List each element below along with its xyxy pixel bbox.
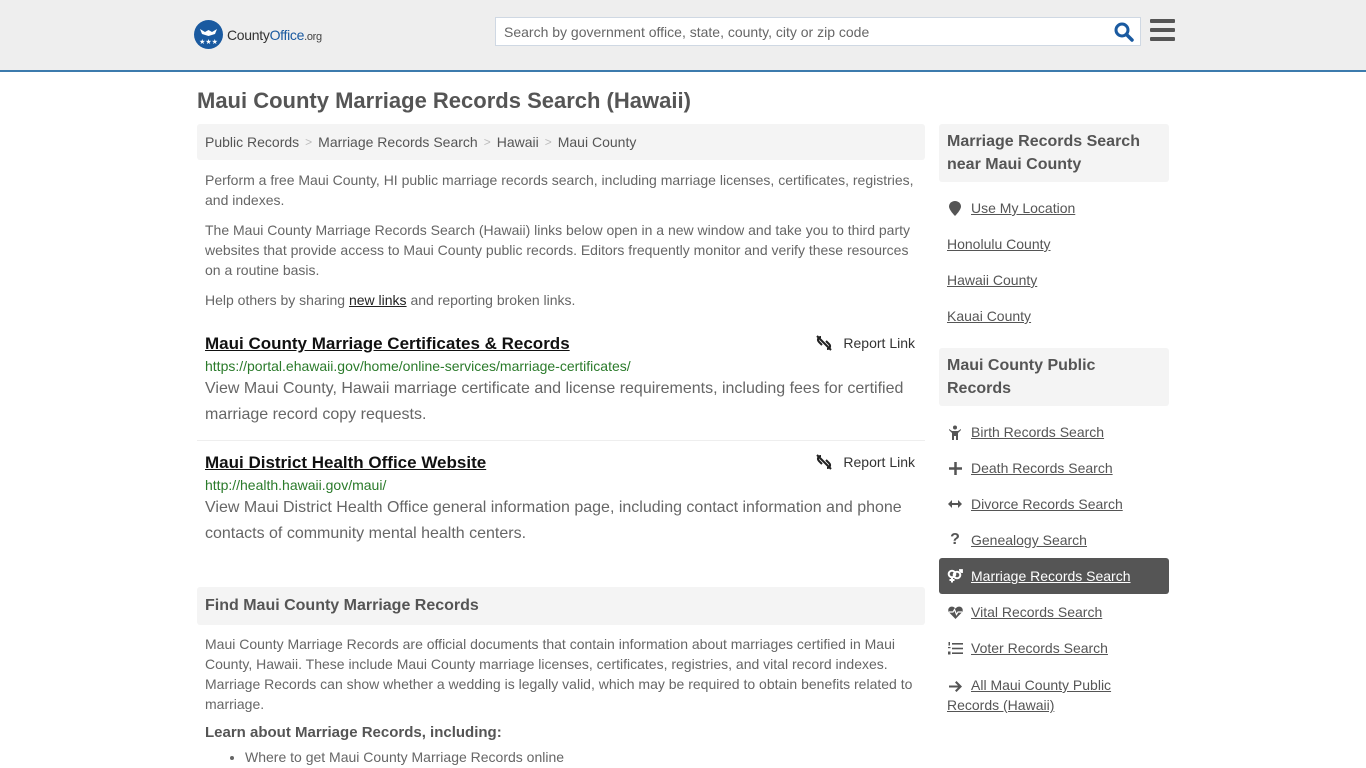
sidebar-item-marriage[interactable]: Marriage Records Search	[939, 558, 1169, 594]
result-title-link[interactable]: Maui District Health Office Website	[205, 451, 486, 475]
question-icon: ?	[950, 531, 960, 548]
breadcrumb-maui-county[interactable]: Maui County	[558, 134, 637, 150]
sidebar: Marriage Records Search near Maui County…	[939, 124, 1169, 715]
intro-text-after: and reporting broken links.	[406, 292, 576, 308]
map-marker-icon	[947, 200, 963, 216]
result-url: http://health.hawaii.gov/maui/	[205, 477, 387, 493]
list-ol-icon	[947, 641, 963, 655]
site-logo[interactable]: ★★★ CountyOffice.org	[194, 20, 322, 49]
near-heading: Marriage Records Search near Maui County	[939, 124, 1169, 182]
svg-text:★★★: ★★★	[199, 38, 218, 46]
eagle-logo-icon: ★★★	[194, 20, 223, 49]
sidebar-item-voter[interactable]: Voter Records Search	[939, 630, 1169, 666]
venus-mars-icon	[947, 569, 963, 583]
new-links-link[interactable]: new links	[349, 292, 407, 308]
logo-text-county: County	[227, 26, 270, 43]
near-list: Use My Location Honolulu County Hawaii C…	[939, 190, 1169, 334]
logo-text-tld: .org	[304, 30, 322, 43]
find-records-body: Maui County Marriage Records are officia…	[205, 636, 913, 712]
report-link-label: Report Link	[843, 454, 915, 470]
breadcrumb: Public Records > Marriage Records Search…	[197, 124, 925, 160]
search-box	[495, 17, 1141, 46]
birth-records-link[interactable]: Birth Records Search	[971, 424, 1104, 440]
honolulu-county-link[interactable]: Honolulu County	[947, 236, 1051, 252]
near-item-use-my-location[interactable]: Use My Location	[939, 190, 1169, 226]
result-description: View Maui District Health Office general…	[205, 499, 902, 542]
genealogy-link[interactable]: Genealogy Search	[971, 532, 1087, 548]
sidebar-item-genealogy[interactable]: ? Genealogy Search	[939, 522, 1169, 558]
result-item: Maui District Health Office Website Repo…	[197, 451, 925, 547]
intro-text-before: Help others by sharing	[205, 292, 349, 308]
public-records-heading: Maui County Public Records	[939, 348, 1169, 406]
search-icon[interactable]	[1114, 22, 1134, 42]
result-item: Maui County Marriage Certificates & Reco…	[197, 332, 925, 441]
find-records-heading: Find Maui County Marriage Records	[197, 587, 925, 625]
site-header: ★★★ CountyOffice.org	[0, 0, 1366, 72]
near-item-honolulu[interactable]: Honolulu County	[939, 226, 1169, 262]
child-icon	[947, 425, 963, 440]
broken-link-icon	[816, 335, 833, 351]
kauai-county-link[interactable]: Kauai County	[947, 308, 1031, 324]
report-link-button[interactable]: Report Link	[815, 334, 915, 352]
learn-heading: Learn about Marriage Records, including:	[205, 724, 502, 741]
sidebar-item-all-records[interactable]: All Maui County Public Records (Hawaii)	[939, 666, 1169, 715]
breadcrumb-hawaii[interactable]: Hawaii	[497, 134, 539, 150]
breadcrumb-separator: >	[305, 135, 313, 149]
intro-paragraph-2: The Maui County Marriage Records Search …	[205, 222, 911, 278]
logo-wordmark: CountyOffice.org	[227, 27, 322, 43]
result-url: https://portal.ehawaii.gov/home/online-s…	[205, 358, 631, 374]
voter-records-link[interactable]: Voter Records Search	[971, 640, 1108, 656]
breadcrumb-separator: >	[483, 135, 491, 149]
result-description: View Maui County, Hawaii marriage certif…	[205, 380, 904, 423]
learn-list: Where to get Maui County Marriage Record…	[197, 749, 925, 765]
all-public-records-link[interactable]: All Maui County Public Records (Hawaii)	[947, 677, 1111, 713]
breadcrumb-public-records[interactable]: Public Records	[205, 134, 299, 150]
public-records-list: Birth Records Search Death Records Searc…	[939, 414, 1169, 715]
result-title-link[interactable]: Maui County Marriage Certificates & Reco…	[205, 332, 570, 356]
near-item-hawaii[interactable]: Hawaii County	[939, 262, 1169, 298]
report-link-button[interactable]: Report Link	[815, 453, 915, 471]
sidebar-item-divorce[interactable]: Divorce Records Search	[939, 486, 1169, 522]
sidebar-item-vital[interactable]: Vital Records Search	[939, 594, 1169, 630]
heartbeat-icon	[947, 606, 963, 619]
breadcrumb-separator: >	[544, 135, 552, 149]
main-content: Public Records > Marriage Records Search…	[197, 124, 925, 765]
logo-text-office: Office	[269, 26, 305, 43]
report-link-label: Report Link	[843, 335, 915, 351]
arrows-horizontal-icon	[947, 499, 963, 509]
use-my-location-link[interactable]: Use My Location	[971, 200, 1075, 216]
marriage-records-link[interactable]: Marriage Records Search	[971, 568, 1131, 584]
page-title: Maui County Marriage Records Search (Haw…	[197, 88, 691, 113]
intro-text: Perform a free Maui County, HI public ma…	[197, 170, 925, 310]
near-item-kauai[interactable]: Kauai County	[939, 298, 1169, 334]
intro-paragraph-3: Help others by sharing new links and rep…	[205, 290, 917, 310]
sidebar-item-birth[interactable]: Birth Records Search	[939, 414, 1169, 450]
search-input[interactable]	[496, 18, 1096, 45]
hamburger-menu-icon[interactable]	[1150, 19, 1175, 43]
learn-list-item: Where to get Maui County Marriage Record…	[245, 749, 925, 765]
broken-link-icon	[816, 454, 833, 470]
intro-paragraph-1: Perform a free Maui County, HI public ma…	[205, 172, 914, 208]
hawaii-county-link[interactable]: Hawaii County	[947, 272, 1037, 288]
death-records-link[interactable]: Death Records Search	[971, 460, 1113, 476]
plus-icon	[947, 461, 963, 475]
sidebar-item-death[interactable]: Death Records Search	[939, 450, 1169, 486]
divorce-records-link[interactable]: Divorce Records Search	[971, 496, 1123, 512]
vital-records-link[interactable]: Vital Records Search	[971, 604, 1102, 620]
breadcrumb-marriage-records-search[interactable]: Marriage Records Search	[318, 134, 478, 150]
arrow-right-icon	[947, 680, 963, 692]
